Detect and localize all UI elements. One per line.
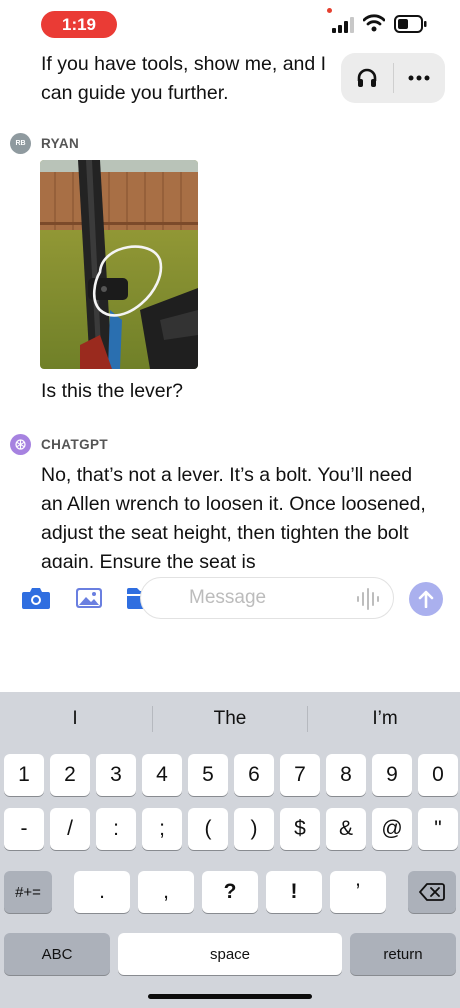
message-box bbox=[140, 577, 394, 619]
assistant-header: CHATGPT bbox=[10, 433, 108, 455]
key-3[interactable]: 3 bbox=[96, 754, 136, 796]
floating-controls bbox=[341, 53, 445, 103]
key-apostrophe[interactable]: ’ bbox=[330, 871, 386, 913]
key-comma[interactable]: , bbox=[138, 871, 194, 913]
chat-thread[interactable]: If you have tools, show me, and I can gu… bbox=[0, 48, 460, 568]
headphones-button[interactable] bbox=[341, 53, 393, 103]
send-button[interactable] bbox=[409, 582, 443, 616]
camera-icon bbox=[22, 588, 50, 609]
user-avatar: RB bbox=[10, 132, 31, 154]
key-0[interactable]: 0 bbox=[418, 754, 458, 796]
assistant-message: No, that’s not a lever. It’s a bolt. You… bbox=[41, 464, 426, 568]
key-return[interactable]: return bbox=[350, 933, 456, 975]
key-dollar[interactable]: $ bbox=[280, 808, 320, 850]
headphones-icon bbox=[357, 68, 377, 87]
suggestion-1[interactable]: I bbox=[0, 702, 150, 736]
key-abc[interactable]: ABC bbox=[4, 933, 110, 975]
camera-button[interactable] bbox=[21, 584, 51, 612]
status-time: 1:19 bbox=[41, 11, 117, 38]
suggestion-3[interactable]: I’m bbox=[310, 702, 460, 736]
backspace-key[interactable] bbox=[408, 871, 456, 913]
key-9[interactable]: 9 bbox=[372, 754, 412, 796]
wifi-icon bbox=[363, 14, 385, 32]
key-period[interactable]: . bbox=[74, 871, 130, 913]
user-name: RYAN bbox=[41, 135, 80, 151]
signal-icon bbox=[332, 17, 354, 33]
message-input[interactable] bbox=[189, 578, 349, 618]
key-open-paren[interactable]: ( bbox=[188, 808, 228, 850]
key-colon[interactable]: : bbox=[96, 808, 136, 850]
key-at[interactable]: @ bbox=[372, 808, 412, 850]
arrow-up-icon bbox=[418, 590, 434, 608]
photo-button[interactable] bbox=[74, 584, 104, 612]
key-8[interactable]: 8 bbox=[326, 754, 366, 796]
key-quote[interactable]: " bbox=[418, 808, 458, 850]
previous-assistant-message: If you have tools, show me, and I can gu… bbox=[41, 53, 327, 104]
key-6[interactable]: 6 bbox=[234, 754, 274, 796]
key-semicolon[interactable]: ; bbox=[142, 808, 182, 850]
voice-icon[interactable] bbox=[355, 587, 381, 611]
key-hyphen[interactable]: - bbox=[4, 808, 44, 850]
key-1[interactable]: 1 bbox=[4, 754, 44, 796]
key-space[interactable]: space bbox=[118, 933, 342, 975]
suggestion-divider bbox=[307, 706, 308, 732]
suggestion-bar: I The I’m bbox=[0, 692, 460, 746]
status-bar: 1:19 bbox=[0, 0, 460, 48]
suggestion-divider bbox=[152, 706, 153, 732]
key-close-paren[interactable]: ) bbox=[234, 808, 274, 850]
composer bbox=[0, 568, 460, 628]
user-header: RB RYAN bbox=[10, 132, 79, 154]
home-indicator[interactable] bbox=[148, 994, 312, 999]
key-7[interactable]: 7 bbox=[280, 754, 320, 796]
key-slash[interactable]: / bbox=[50, 808, 90, 850]
user-message: Is this the lever? bbox=[41, 380, 183, 402]
more-icon bbox=[408, 75, 430, 81]
key-2[interactable]: 2 bbox=[50, 754, 90, 796]
assistant-avatar bbox=[10, 433, 31, 455]
photo-icon bbox=[76, 588, 102, 608]
key-exclamation[interactable]: ! bbox=[266, 871, 322, 913]
keyboard: I The I’m 1 2 3 4 5 6 7 8 9 0 - / : ; ( … bbox=[0, 692, 460, 1008]
recording-dot bbox=[327, 8, 332, 13]
key-question[interactable]: ? bbox=[202, 871, 258, 913]
backspace-icon bbox=[419, 883, 445, 901]
attached-photo[interactable] bbox=[40, 160, 198, 369]
key-4[interactable]: 4 bbox=[142, 754, 182, 796]
openai-icon bbox=[15, 438, 26, 450]
key-ampersand[interactable]: & bbox=[326, 808, 366, 850]
assistant-name: CHATGPT bbox=[41, 436, 109, 452]
key-5[interactable]: 5 bbox=[188, 754, 228, 796]
more-button[interactable] bbox=[393, 53, 445, 103]
key-more-symbols[interactable]: #+= bbox=[4, 871, 52, 913]
battery-icon bbox=[394, 15, 427, 33]
suggestion-2[interactable]: The bbox=[155, 702, 305, 736]
